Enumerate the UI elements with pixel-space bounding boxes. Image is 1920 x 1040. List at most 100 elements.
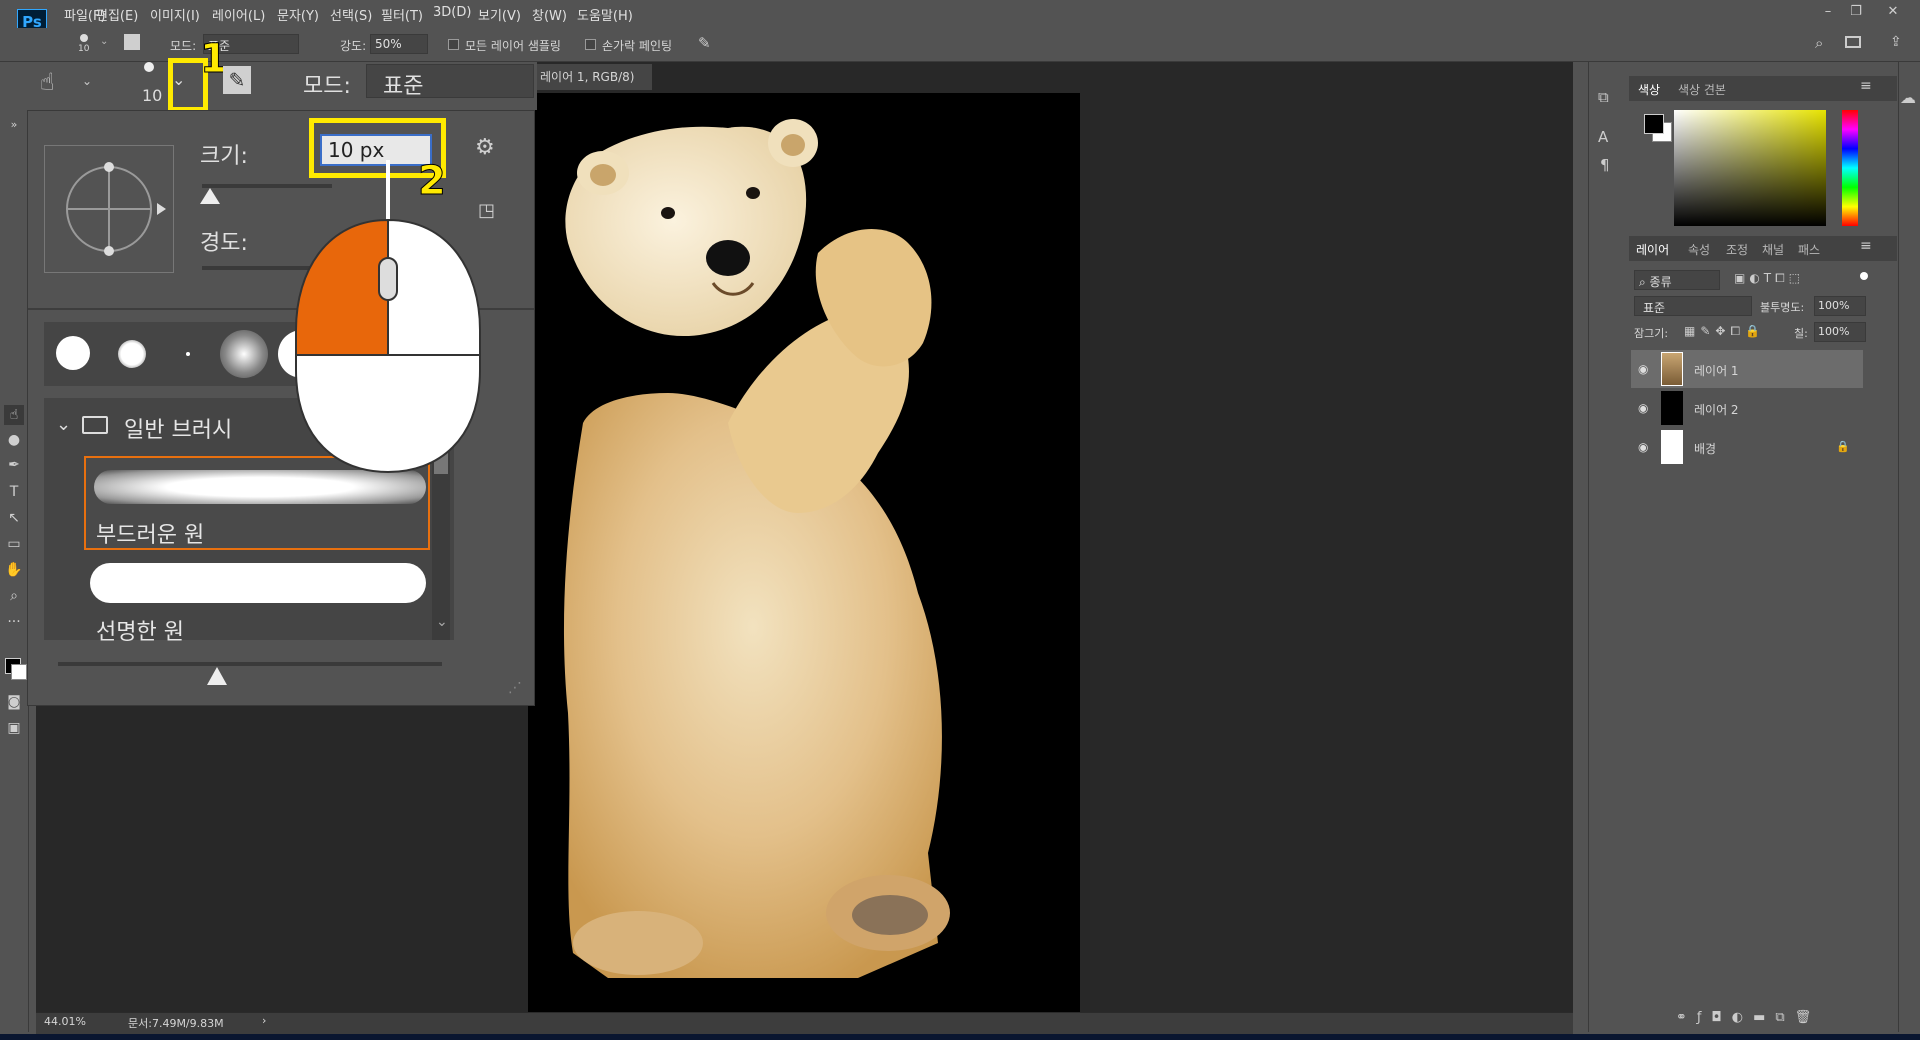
- share-icon[interactable]: ⇪: [1890, 34, 1902, 50]
- resize-grip-icon[interactable]: ⋰: [508, 680, 522, 696]
- workspace-icon[interactable]: [1845, 36, 1861, 48]
- smudge-preset-icon[interactable]: ☝: [40, 68, 68, 96]
- brush-group-label[interactable]: 일반 브러시: [124, 412, 232, 444]
- color-panel-header: [1629, 76, 1897, 101]
- tab-properties[interactable]: 속성: [1688, 241, 1710, 258]
- brush-settings-toggle-icon[interactable]: ✎: [223, 66, 251, 94]
- minimize-button[interactable]: –: [1815, 2, 1841, 22]
- color-field[interactable]: [1674, 110, 1826, 226]
- close-button[interactable]: ✕: [1880, 2, 1906, 22]
- color-panel-menu-icon[interactable]: ≡: [1860, 78, 1872, 94]
- layer-name-1[interactable]: 레이어 1: [1694, 362, 1739, 379]
- menu-view[interactable]: 보기(V): [478, 5, 521, 24]
- search-icon[interactable]: ⌕: [1815, 34, 1823, 52]
- paragraph-panel-icon[interactable]: ¶: [1600, 156, 1610, 174]
- mouse-left-click-icon: [295, 160, 481, 474]
- pen-tool-icon[interactable]: ✒: [4, 455, 24, 475]
- character-panel-icon[interactable]: A: [1598, 128, 1608, 146]
- brush-settings-icon[interactable]: [124, 34, 140, 50]
- more-tools-icon[interactable]: ···: [4, 612, 24, 632]
- tab-paths[interactable]: 패스: [1798, 241, 1820, 258]
- brush-size-small: 10: [78, 44, 90, 54]
- popup-gear-icon[interactable]: ⚙: [475, 135, 495, 160]
- preset-dropdown-icon[interactable]: ⌄: [82, 74, 92, 88]
- strength-input[interactable]: 50%: [370, 34, 428, 54]
- menu-window[interactable]: 창(W): [532, 5, 567, 24]
- fill-input[interactable]: 100%: [1814, 322, 1866, 342]
- path-select-tool-icon[interactable]: ↖: [4, 508, 24, 528]
- filter-toggle-icon[interactable]: [1860, 272, 1868, 280]
- tab-swatches[interactable]: 색상 견본: [1678, 81, 1726, 98]
- menu-select[interactable]: 선택(S): [330, 5, 372, 24]
- finger-paint-label: 손가락 페인팅: [602, 39, 673, 53]
- libraries-icon[interactable]: ☁: [1900, 88, 1916, 107]
- panel-icon-strip: [1588, 62, 1630, 1032]
- tab-adjustments[interactable]: 조정: [1726, 241, 1748, 258]
- menu-help[interactable]: 도움말(H): [577, 5, 633, 24]
- background-color-swatch[interactable]: [11, 664, 27, 680]
- fill-label: 칠:: [1794, 327, 1808, 340]
- strength-label: 강도:: [340, 39, 367, 53]
- menu-edit[interactable]: 편집(E): [96, 5, 138, 24]
- layer-name-3[interactable]: 배경: [1694, 440, 1716, 457]
- menu-filter[interactable]: 필터(T): [381, 5, 423, 24]
- rectangle-tool-icon[interactable]: ▭: [4, 534, 24, 554]
- zoom-tool-icon[interactable]: ⌕: [4, 586, 24, 606]
- opacity-input[interactable]: 100%: [1814, 296, 1866, 316]
- brush-dot-icon: [144, 62, 154, 72]
- status-arrow-icon[interactable]: ›: [262, 1014, 266, 1027]
- brush-name-hard-round[interactable]: 선명한 원: [96, 614, 184, 646]
- menu-3d[interactable]: 3D(D): [433, 5, 471, 20]
- hand-tool-icon[interactable]: ✋: [4, 560, 24, 580]
- sample-all-checkbox[interactable]: [448, 39, 459, 50]
- history-panel-icon[interactable]: ⧉: [1598, 88, 1609, 106]
- layers-footer-icons[interactable]: ⚭ƒ◘◐▬⧉🗑: [1676, 1010, 1821, 1025]
- preview-size-slider[interactable]: [58, 662, 442, 666]
- finger-paint-checkbox[interactable]: [585, 39, 596, 50]
- screen-mode-icon[interactable]: ▣: [4, 718, 24, 738]
- group-expand-icon[interactable]: ⌄: [56, 414, 71, 435]
- layers-panel-menu-icon[interactable]: ≡: [1860, 238, 1872, 254]
- brush-angle-preview[interactable]: [44, 145, 174, 273]
- hue-slider[interactable]: [1842, 110, 1858, 226]
- canvas[interactable]: [528, 93, 1080, 1013]
- visibility-eye-icon[interactable]: ◉: [1638, 401, 1648, 415]
- brush-tip-hard-large[interactable]: [56, 336, 90, 370]
- tab-channels[interactable]: 채널: [1762, 241, 1784, 258]
- visibility-eye-icon[interactable]: ◉: [1638, 362, 1648, 376]
- brush-tip-medium[interactable]: [118, 340, 146, 368]
- type-tool-icon[interactable]: T: [4, 482, 24, 502]
- layer-name-2[interactable]: 레이어 2: [1694, 401, 1739, 418]
- brush-tip-soft[interactable]: [220, 330, 268, 378]
- brush-tip-tiny[interactable]: [186, 352, 190, 356]
- brush-dropdown-icon[interactable]: ⌄: [100, 36, 108, 47]
- opacity-label: 불투명도:: [1760, 301, 1805, 314]
- menu-image[interactable]: 이미지(I): [150, 5, 200, 24]
- quick-mask-icon[interactable]: ◙: [4, 692, 24, 712]
- layer-filter-icons[interactable]: ▣◐T⧠⬚: [1734, 271, 1804, 286]
- layer-kind-filter[interactable]: ⌕ 종류: [1634, 270, 1720, 290]
- layer-thumbnail-3: [1661, 430, 1683, 464]
- size-slider-thumb[interactable]: [200, 188, 220, 204]
- menu-layer[interactable]: 레이어(L): [212, 5, 265, 24]
- document-tab[interactable]: 레이어 1, RGB/8) *×: [536, 64, 652, 110]
- lock-icons[interactable]: ▦✎✥⧠🔒: [1684, 324, 1765, 339]
- visibility-eye-icon[interactable]: ◉: [1638, 440, 1648, 454]
- pressure-icon[interactable]: ✎: [698, 34, 711, 52]
- zoom-level[interactable]: 44.01%: [44, 1015, 86, 1028]
- taskbar-edge: [0, 1034, 1920, 1040]
- collapse-toolbar-icon[interactable]: »: [4, 115, 24, 135]
- restore-button[interactable]: ❐: [1843, 2, 1869, 22]
- brush-preview-icon[interactable]: [80, 34, 88, 42]
- fg-color-swatch-panel[interactable]: [1644, 114, 1664, 134]
- mode-select-large[interactable]: 표준: [366, 64, 534, 99]
- blend-mode-select[interactable]: 표준: [1634, 296, 1752, 316]
- dodge-tool-icon[interactable]: ●: [4, 430, 24, 450]
- mode-label-small: 모드:: [170, 39, 197, 53]
- preview-size-thumb[interactable]: [207, 667, 227, 685]
- menu-type[interactable]: 문자(Y): [277, 5, 319, 24]
- scroll-down-icon[interactable]: ⌄: [436, 614, 448, 630]
- smudge-tool-icon[interactable]: ☝: [4, 405, 24, 425]
- tab-color[interactable]: 색상: [1638, 81, 1660, 98]
- tab-layers[interactable]: 레이어: [1636, 241, 1669, 258]
